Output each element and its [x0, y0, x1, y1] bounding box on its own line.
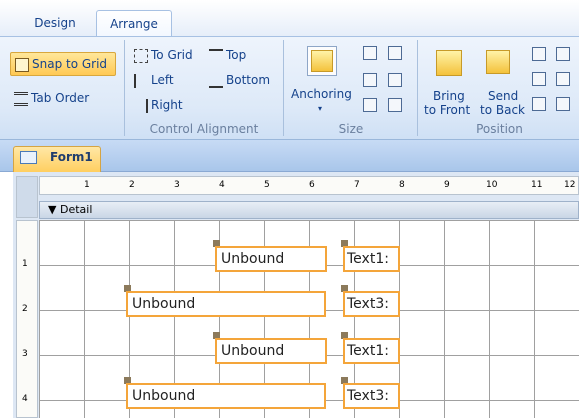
align-top-label: Top	[226, 48, 247, 62]
unbound-textbox[interactable]: Unbound	[126, 291, 326, 317]
ruler-label: 8	[399, 180, 405, 190]
spacing-icon[interactable]	[532, 47, 546, 61]
text-label[interactable]: Text1:	[343, 246, 400, 272]
size-to-fit-icon[interactable]	[363, 46, 377, 60]
text-label[interactable]: Text3:	[343, 383, 400, 409]
tab-order-label: Tab Order	[31, 91, 90, 105]
size-to-narrowest-icon[interactable]	[388, 98, 402, 112]
align-bottom-icon	[209, 74, 223, 88]
spacing-icon[interactable]	[556, 97, 570, 111]
unbound-textbox[interactable]: Unbound	[215, 246, 327, 272]
snap-to-grid-icon	[15, 57, 29, 72]
bring-to-front-label-2[interactable]: to Front	[424, 102, 470, 118]
ruler-label: 4	[22, 394, 28, 404]
ruler-corner	[16, 176, 38, 218]
text-label[interactable]: Text1:	[343, 338, 400, 364]
detail-section-label: Detail	[59, 203, 93, 216]
size-to-widest-icon[interactable]	[363, 98, 377, 112]
align-top-icon	[209, 48, 223, 63]
text-label[interactable]: Text3:	[343, 291, 400, 317]
align-to-grid-icon	[134, 48, 148, 63]
group-separator	[417, 40, 418, 136]
anchoring-button[interactable]: Anchoring	[291, 86, 352, 102]
tab-design[interactable]: Design	[22, 10, 88, 36]
group-separator	[124, 40, 125, 136]
chevron-down-icon: ▾	[318, 104, 323, 113]
ruler-label: 9	[444, 180, 450, 190]
align-right-icon	[134, 98, 148, 113]
spacing-icon[interactable]	[532, 97, 546, 111]
ruler-label: 10	[486, 180, 498, 190]
ruler-label: 5	[264, 180, 270, 190]
align-right-label: Right	[151, 98, 183, 112]
align-right-button[interactable]: Right	[134, 97, 183, 113]
tab-order-button[interactable]: Tab Order	[14, 90, 89, 106]
group-label-control-alignment: Control Alignment	[149, 122, 259, 136]
align-left-label: Left	[151, 73, 174, 87]
ruler-label: 3	[174, 180, 180, 190]
vertical-ruler	[16, 220, 38, 418]
tab-order-icon	[14, 91, 28, 106]
snap-to-grid-button[interactable]: Snap to Grid	[10, 52, 116, 76]
unbound-textbox[interactable]: Unbound	[215, 338, 327, 364]
align-top-button[interactable]: Top	[209, 47, 246, 63]
group-label-size: Size	[338, 122, 364, 136]
size-to-shortest-icon[interactable]	[388, 73, 402, 87]
align-bottom-label: Bottom	[226, 73, 271, 87]
align-left-icon	[134, 73, 148, 88]
spacing-icon[interactable]	[532, 72, 546, 86]
detail-section-bar[interactable]: ▼ Detail	[39, 201, 579, 219]
unbound-textbox[interactable]: Unbound	[126, 383, 326, 409]
align-to-grid-label: To Grid	[151, 48, 193, 62]
ruler-label: 2	[22, 304, 28, 314]
snap-to-grid-label: Snap to Grid	[32, 57, 108, 71]
align-bottom-button[interactable]: Bottom	[209, 72, 270, 88]
bring-to-front-icon	[436, 50, 462, 76]
align-left-button[interactable]: Left	[134, 72, 174, 88]
send-to-back-label-2[interactable]: to Back	[480, 102, 525, 118]
group-separator	[283, 40, 284, 136]
ruler-label: 2	[129, 180, 135, 190]
size-to-tallest-icon[interactable]	[363, 73, 377, 87]
spacing-icon[interactable]	[556, 72, 570, 86]
ruler-label: 3	[22, 349, 28, 359]
ruler-label: 4	[219, 180, 225, 190]
ruler-label: 6	[309, 180, 315, 190]
section-arrow-icon: ▼	[48, 203, 57, 216]
ruler-label: 12	[564, 180, 576, 190]
ruler-label: 1	[22, 259, 28, 269]
ruler-label: 11	[531, 180, 543, 190]
anchoring-icon	[307, 46, 337, 76]
spacing-icon[interactable]	[556, 47, 570, 61]
form-tab-title: Form1	[50, 150, 93, 164]
align-to-grid-button[interactable]: To Grid	[134, 47, 193, 63]
send-to-back-icon	[486, 50, 510, 74]
ruler-label: 1	[84, 180, 90, 190]
group-label-position: Position	[476, 122, 523, 136]
ruler-label: 7	[354, 180, 360, 190]
size-to-grid-icon[interactable]	[388, 46, 402, 60]
form-icon	[20, 151, 37, 164]
tab-arrange[interactable]: Arrange	[96, 10, 172, 36]
